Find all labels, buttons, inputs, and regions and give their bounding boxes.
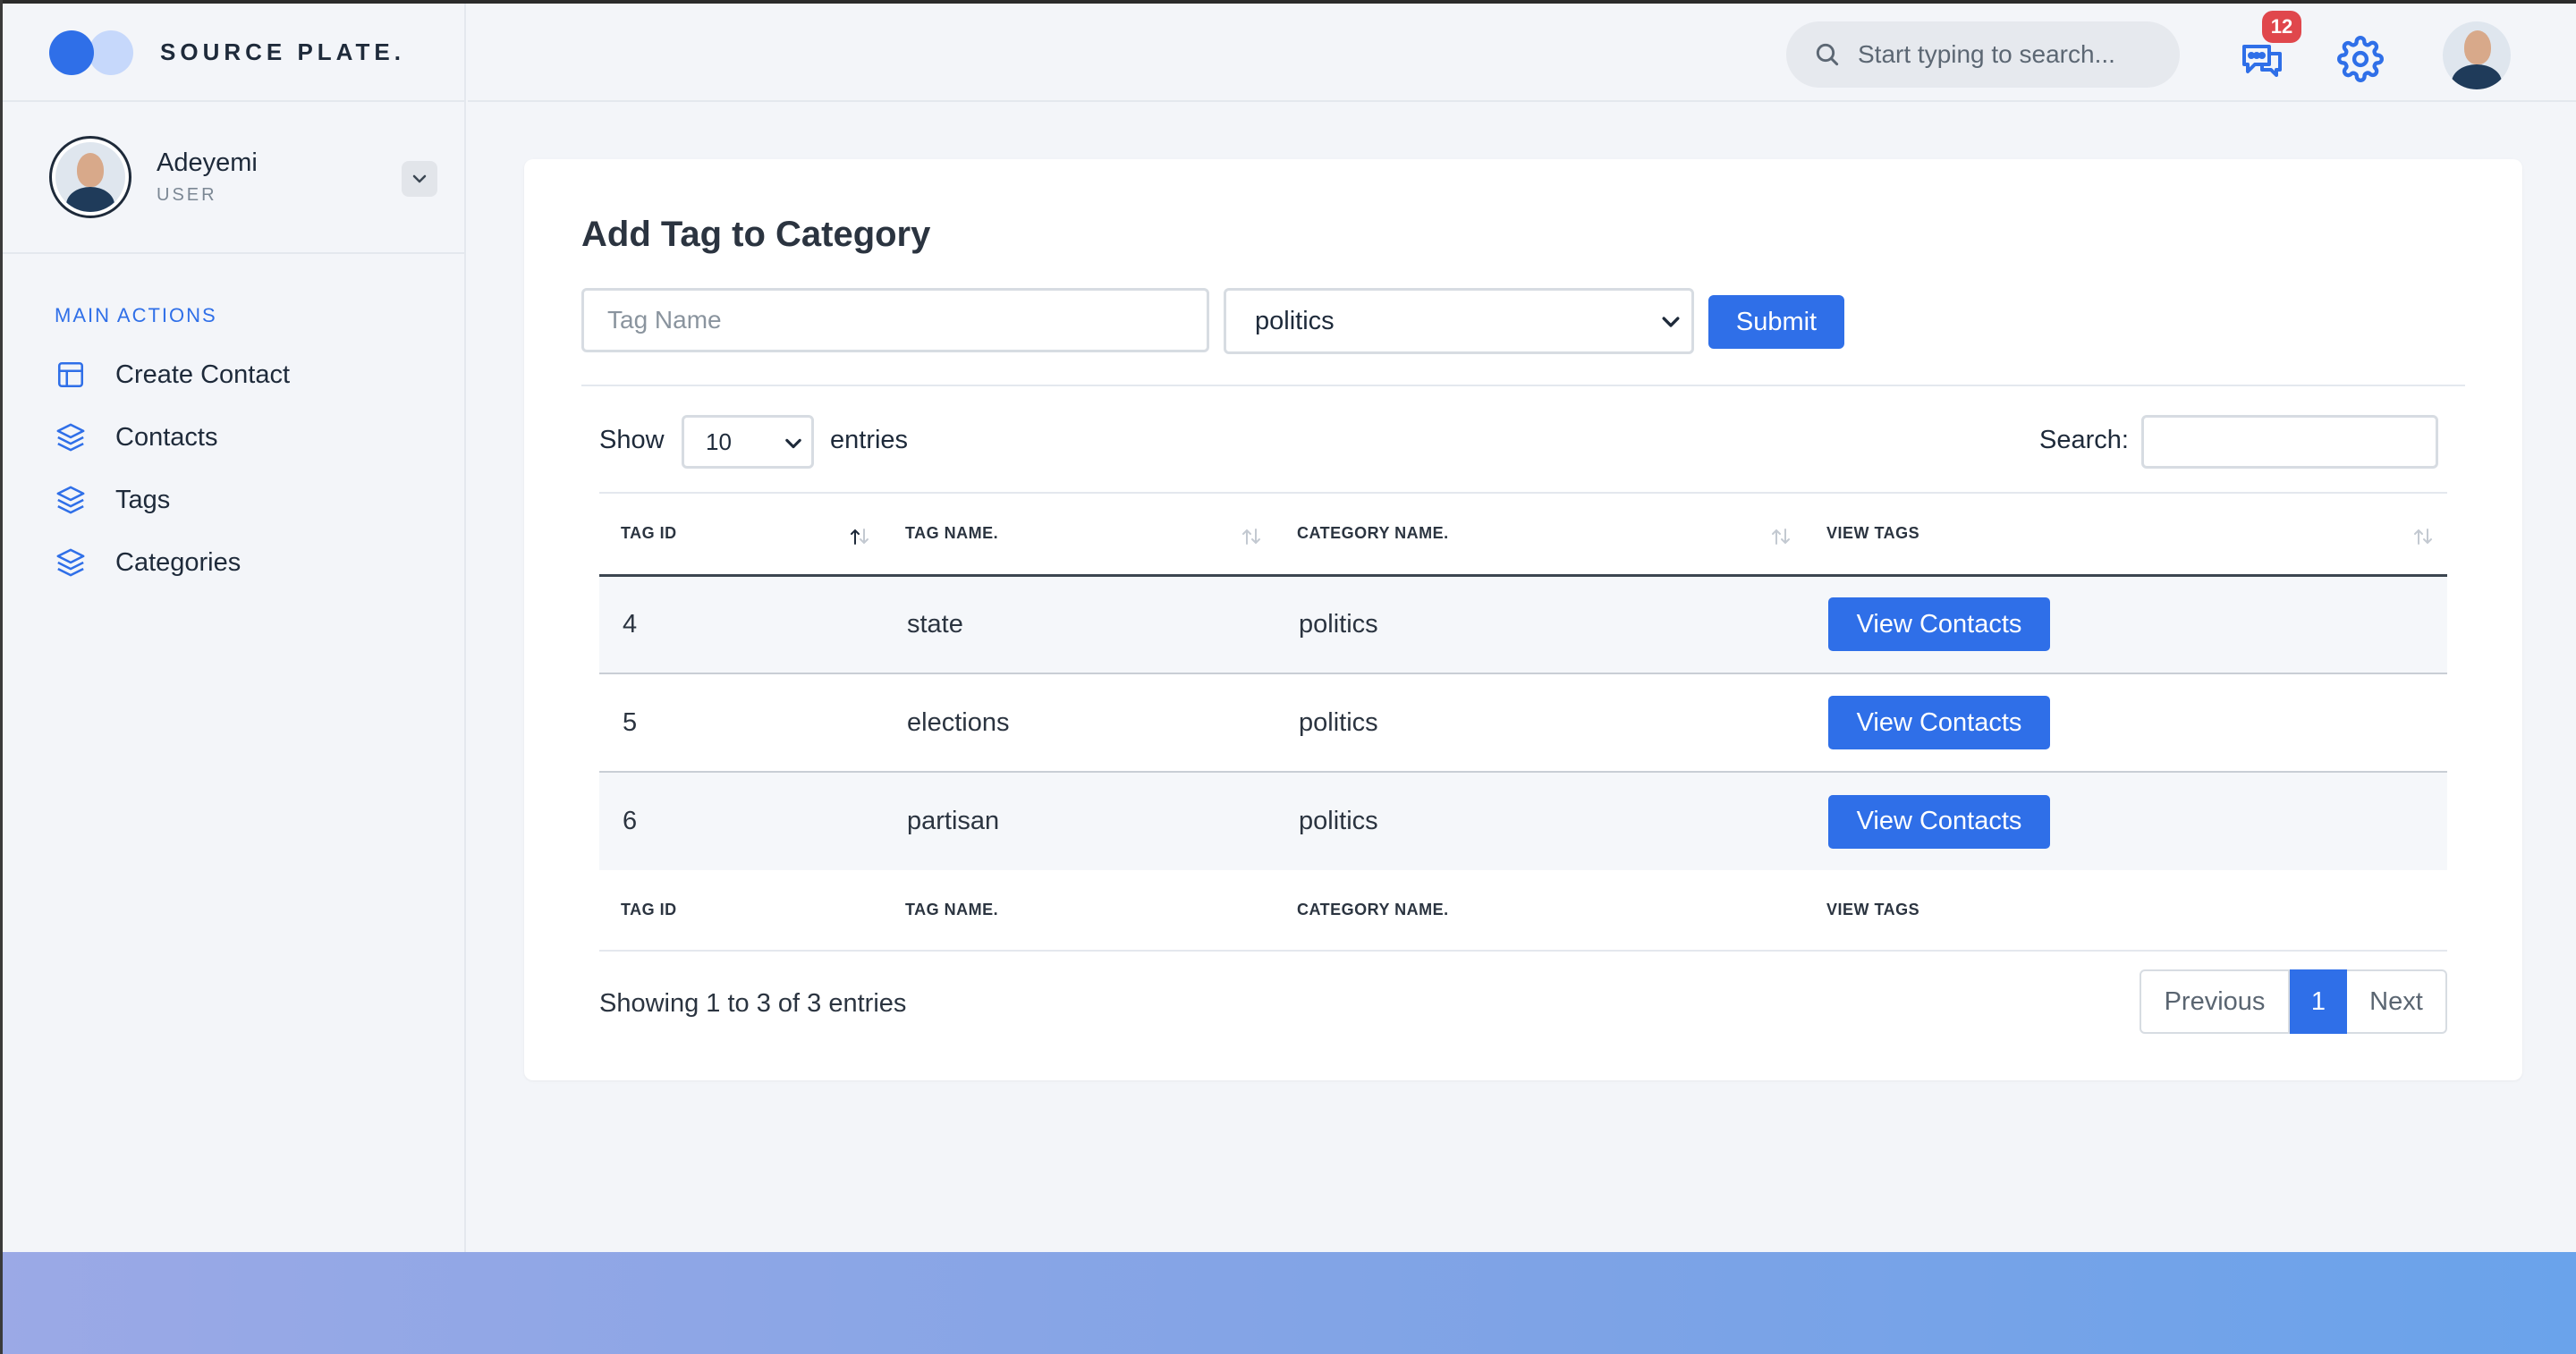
cell-tag-name: state (907, 609, 963, 639)
footer-gradient-band (0, 1252, 2576, 1354)
sidebar-item-categories[interactable]: Categories (3, 531, 464, 594)
table-header-row: TAG ID TAG NAME. CATEGORY NAME. VIEW TAG… (599, 493, 2447, 575)
user-avatar[interactable] (49, 136, 131, 218)
brand-name: SOURCE PLATE. (160, 38, 405, 65)
footer-header-category-name: CATEGORY NAME. (1297, 901, 1449, 918)
cell-category-name: politics (1299, 609, 1378, 639)
sidebar-nav: Create Contact Contacts Tags Categories (3, 343, 464, 594)
entries-length-select[interactable]: 10 (682, 415, 814, 469)
view-contacts-button[interactable]: View Contacts (1828, 794, 2050, 849)
tags-table-wrapper: TAG ID TAG NAME. CATEGORY NAME. VIEW TAG… (599, 492, 2447, 952)
sidebar-item-create-contact[interactable]: Create Contact (3, 343, 464, 406)
pagination-page-current[interactable]: 1 (2290, 969, 2347, 1034)
global-search-input[interactable] (1858, 40, 2162, 69)
show-label: Show (599, 426, 665, 454)
layout-icon (55, 359, 87, 391)
layers-icon (55, 546, 87, 579)
category-select-value: politics (1255, 306, 1335, 335)
chevron-down-icon (412, 174, 427, 183)
cell-view-tags: View Contacts (1805, 575, 2447, 673)
sort-icon (1242, 529, 1260, 545)
brand[interactable]: SOURCE PLATE. (3, 4, 464, 102)
cell-tag-id: 5 (623, 707, 638, 737)
layers-icon (55, 421, 87, 453)
submit-button[interactable]: Submit (1708, 295, 1844, 349)
cell-view-tags: View Contacts (1805, 673, 2447, 772)
page-title: Add Tag to Category (581, 215, 931, 254)
cell-category-name: politics (1299, 807, 1378, 835)
gear-icon (2337, 36, 2384, 82)
user-card: Adeyemi USER (3, 102, 464, 254)
entries-label: entries (830, 426, 909, 454)
table-info: Showing 1 to 3 of 3 entries (599, 989, 907, 1018)
pagination-next[interactable]: Next (2347, 969, 2447, 1034)
footer-header-tag-name: TAG NAME. (905, 901, 999, 918)
column-header-tag-name[interactable]: TAG NAME. (884, 493, 1275, 575)
user-role: USER (157, 185, 217, 205)
window-left-border (0, 0, 3, 1354)
user-menu-toggle[interactable] (402, 161, 437, 197)
column-header-category-name[interactable]: CATEGORY NAME. (1275, 493, 1805, 575)
column-header-tag-id[interactable]: TAG ID (599, 493, 884, 575)
user-name: Adeyemi (157, 148, 258, 177)
table-search-input[interactable] (2141, 415, 2438, 469)
footer-header-view-tags: VIEW TAGS (1826, 901, 1920, 918)
sort-ascending-icon (851, 529, 869, 545)
sidebar-item-label: Categories (115, 547, 242, 577)
cell-tag-id: 4 (623, 609, 638, 639)
layers-icon (55, 484, 87, 516)
table-search-label: Search: (2039, 426, 2129, 454)
view-contacts-button[interactable]: View Contacts (1828, 597, 2050, 652)
settings-button[interactable] (2337, 36, 2384, 82)
sort-icon (2414, 529, 2432, 545)
section-label-main-actions: MAIN ACTIONS (55, 304, 217, 326)
divider (581, 385, 2465, 386)
profile-avatar[interactable] (2443, 21, 2511, 89)
topbar: 12 (468, 4, 2576, 102)
table-row: 4 state politics View Contacts (599, 575, 2447, 673)
search-icon (1816, 43, 1839, 66)
column-header-view-tags[interactable]: VIEW TAGS (1805, 493, 2447, 575)
chevron-down-icon (785, 438, 801, 449)
brand-logo-icon (49, 29, 135, 75)
sidebar-item-label: Contacts (115, 422, 218, 452)
entries-length-value: 10 (706, 427, 732, 455)
pagination: Previous 1 Next (2140, 969, 2447, 1034)
tag-name-input[interactable] (581, 288, 1209, 352)
notification-badge: 12 (2262, 11, 2301, 43)
table-row: 6 partisan politics View Contacts (599, 772, 2447, 870)
sidebar: SOURCE PLATE. Adeyemi USER MAIN ACTIONS … (3, 4, 466, 1252)
sidebar-item-contacts[interactable]: Contacts (3, 406, 464, 469)
cell-tag-name: elections (907, 707, 1010, 737)
footer-header-tag-id: TAG ID (621, 901, 677, 918)
sidebar-item-tags[interactable]: Tags (3, 469, 464, 531)
view-contacts-button[interactable]: View Contacts (1828, 696, 2050, 749)
add-tag-card: Add Tag to Category politics Submit Show… (524, 159, 2522, 1080)
table-footer-row: TAG ID TAG NAME. CATEGORY NAME. VIEW TAG… (599, 870, 2447, 951)
pagination-previous[interactable]: Previous (2140, 969, 2290, 1034)
table-row: 5 elections politics View Contacts (599, 673, 2447, 772)
cell-tag-id: 6 (623, 807, 638, 835)
cell-category-name: politics (1299, 707, 1378, 737)
sort-icon (1772, 529, 1790, 545)
sidebar-item-label: Tags (115, 485, 171, 514)
cell-tag-name: partisan (907, 807, 1000, 835)
global-search[interactable] (1786, 21, 2180, 88)
chevron-down-icon (1662, 317, 1680, 327)
cell-view-tags: View Contacts (1805, 772, 2447, 870)
sidebar-item-label: Create Contact (115, 360, 291, 389)
category-select[interactable]: politics (1224, 288, 1694, 354)
tags-table: TAG ID TAG NAME. CATEGORY NAME. VIEW TAG… (599, 492, 2447, 952)
